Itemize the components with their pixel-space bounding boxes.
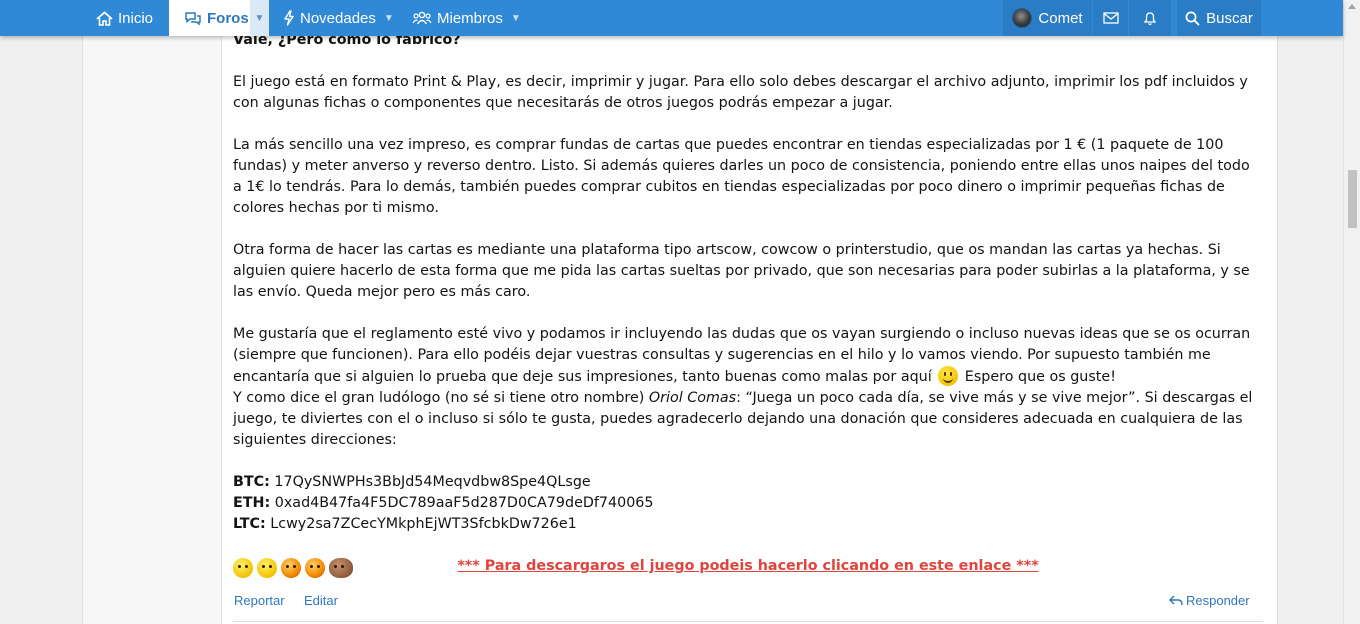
chevron-down-icon: ▼ xyxy=(254,12,265,24)
download-line: *** Para descargaros el juego podeis hac… xyxy=(233,556,1263,577)
inbox-button[interactable] xyxy=(1093,0,1128,36)
post-paragraph: Y como dice el gran ludólogo (no sé si t… xyxy=(233,388,1263,451)
edit-link[interactable]: Editar xyxy=(304,593,338,608)
ltc-label: LTC: xyxy=(233,516,266,532)
search-button[interactable]: Buscar xyxy=(1177,0,1261,36)
nav-home[interactable]: Inicio xyxy=(96,0,153,36)
btc-label: BTC: xyxy=(233,474,270,490)
avatar xyxy=(1012,8,1033,28)
btc-address-line: BTC: 17QySNWPHs3BbJd54Meqvdbw8Spe4QLsge xyxy=(233,472,1263,493)
post-body: Vale, ¿Pero cómo lo fabrico? El juego es… xyxy=(233,30,1263,577)
username: Comet xyxy=(1038,9,1083,27)
comments-icon xyxy=(184,11,202,26)
post-paragraph: Otra forma de hacer las cartas es median… xyxy=(233,242,1250,300)
chevron-down-icon: ▼ xyxy=(383,12,394,24)
smiley-icon xyxy=(938,366,959,386)
chevron-down-icon: ▼ xyxy=(510,12,521,24)
post-user-gutter xyxy=(83,0,222,624)
confused-emote-icon xyxy=(257,558,277,578)
post-paragraph: La más sencillo una vez impreso, es comp… xyxy=(233,137,1250,216)
nav-forums[interactable]: Foros xyxy=(169,0,250,36)
confused-emote-icon xyxy=(233,558,253,578)
alerts-button[interactable] xyxy=(1129,0,1171,36)
bell-icon xyxy=(1143,11,1157,26)
post-text: Y como dice el gran ludólogo (no sé si t… xyxy=(233,390,649,406)
home-icon xyxy=(96,10,113,26)
eth-address-line: ETH: 0xad4B47fa4F5DC789aaF5d287D0CA79deD… xyxy=(233,493,1263,514)
emote-row xyxy=(233,558,357,578)
forums-menu-toggle[interactable]: ▼ xyxy=(250,0,269,36)
post-paragraph: El juego está en formato Print & Play, e… xyxy=(233,74,1248,111)
bolt-icon xyxy=(283,10,295,26)
search-label: Buscar xyxy=(1206,9,1253,27)
search-icon xyxy=(1185,11,1200,26)
nav-members[interactable]: Miembros ▼ xyxy=(412,0,521,36)
scroll-up-arrow-icon[interactable] xyxy=(1348,4,1356,9)
fire-emote-icon xyxy=(281,558,301,578)
eth-address: 0xad4B47fa4F5DC789aaF5d287D0CA79deDf7400… xyxy=(270,495,654,511)
ltc-address: Lcwy2sa7ZCecYMkphEjWT3SfcbkDw726e1 xyxy=(265,516,577,532)
page-scrollbar[interactable] xyxy=(1343,0,1360,624)
nav-members-label: Miembros xyxy=(437,9,503,27)
post-paragraph: Me gustaría que el reglamento esté vivo … xyxy=(233,324,1263,388)
reply-button[interactable]: Responder xyxy=(1169,593,1250,608)
fire-emote-icon xyxy=(305,558,325,578)
bear-emote-icon xyxy=(329,558,353,578)
top-navigation: Inicio Foros ▼ Novedades ▼ Miembros ▼ Co… xyxy=(0,0,1343,36)
user-account-menu[interactable]: Comet xyxy=(1003,0,1092,36)
reply-icon xyxy=(1169,595,1183,607)
download-link[interactable]: *** Para descargaros el juego podeis hac… xyxy=(457,558,1038,574)
nav-news[interactable]: Novedades ▼ xyxy=(283,0,394,36)
nav-home-label: Inicio xyxy=(118,9,154,27)
users-icon xyxy=(412,11,432,25)
scrollbar-thumb[interactable] xyxy=(1348,170,1357,228)
nav-forums-label: Foros xyxy=(207,9,249,27)
eth-label: ETH: xyxy=(233,495,271,511)
post-actions: Reportar Editar Responder xyxy=(233,593,1251,611)
nav-news-label: Novedades xyxy=(300,9,376,27)
post-text: Espero que os guste! xyxy=(960,369,1116,385)
post-divider xyxy=(233,621,1263,622)
reply-label: Responder xyxy=(1186,593,1250,608)
quoted-author: Oriol Comas xyxy=(648,390,737,406)
ltc-address-line: LTC: Lcwy2sa7ZCecYMkphEjWT3SfcbkDw726e1 xyxy=(233,514,1263,535)
btc-address: 17QySNWPHs3BbJd54Meqvdbw8Spe4QLsge xyxy=(269,474,591,490)
report-link[interactable]: Reportar xyxy=(234,593,285,608)
envelope-icon xyxy=(1102,12,1119,24)
